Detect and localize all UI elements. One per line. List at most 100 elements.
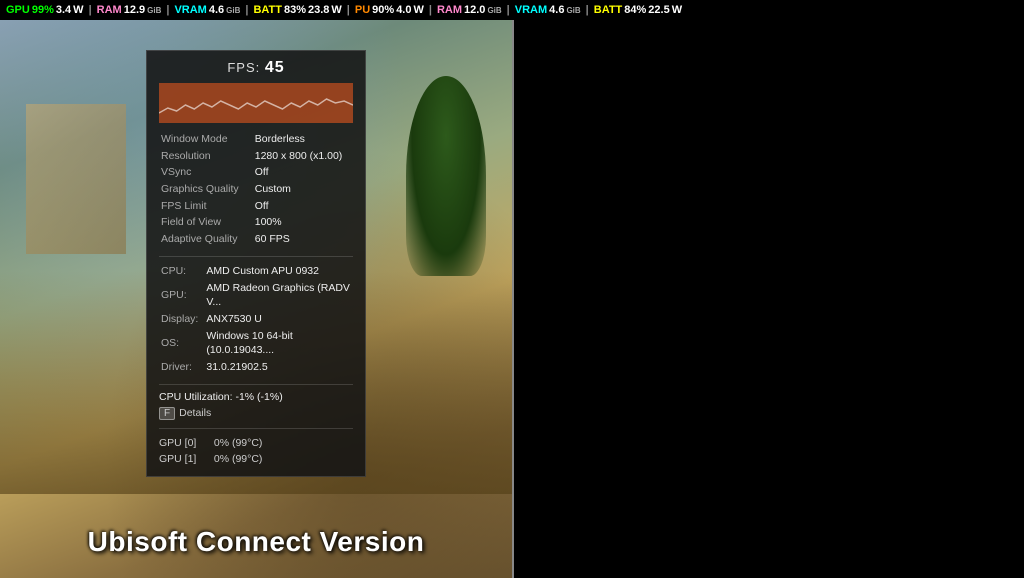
hud-gpu-temp: 3.4 bbox=[56, 4, 71, 16]
hud-gpu-seg: GPU 99% 3.4 W bbox=[6, 4, 84, 16]
left-sysgpu-val: AMD Radeon Graphics (RADV V... bbox=[204, 280, 353, 311]
hud-ram-unit: GiB bbox=[147, 6, 161, 15]
left-vsync-val: Off bbox=[253, 164, 353, 181]
hud-vram2-unit: GiB bbox=[566, 6, 580, 15]
left-version-label: Ubisoft Connect Version bbox=[0, 526, 512, 558]
table-row: FPS Limit Off bbox=[159, 198, 353, 215]
hud-div6: | bbox=[507, 4, 510, 16]
hud-ram2-seg: RAM 12.0 GiB bbox=[437, 4, 502, 16]
hud-pu-temp: 4.0 bbox=[396, 4, 411, 16]
hud-ram-val: 12.9 bbox=[124, 4, 145, 16]
left-gfx-val: Custom bbox=[253, 181, 353, 198]
table-row: VSync Off bbox=[159, 164, 353, 181]
left-cpu-util: CPU Utilization: -1% (-1%) bbox=[159, 391, 353, 403]
hud-div2: | bbox=[166, 4, 169, 16]
hud-pu-label: PU bbox=[355, 4, 370, 16]
hud-ram2-label: RAM bbox=[437, 4, 462, 16]
table-row: GPU: AMD Radeon Graphics (RADV V... bbox=[159, 280, 353, 311]
hud-batt2-label: BATT bbox=[594, 4, 623, 16]
left-details-key: F bbox=[159, 407, 175, 420]
left-fps-title: FPS: 45 bbox=[159, 59, 353, 77]
hud-pu-unit: W bbox=[413, 4, 423, 16]
left-details-btn: F Details bbox=[159, 407, 353, 420]
table-row: Resolution 1280 x 800 (x1.00) bbox=[159, 148, 353, 165]
left-sys-table: CPU: AMD Custom APU 0932 GPU: AMD Radeon… bbox=[159, 263, 353, 376]
left-cpu-label: CPU: bbox=[159, 263, 204, 280]
hud-batt-power: 23.8 bbox=[308, 4, 329, 16]
left-gpu0-label: GPU [0] bbox=[159, 437, 196, 449]
left-panel: FPS: 45 Window Mode Borderless Resolutio… bbox=[0, 20, 512, 578]
hud-div5: | bbox=[429, 4, 432, 16]
left-wm-val: Borderless bbox=[253, 131, 353, 148]
hud-div7: | bbox=[586, 4, 589, 16]
left-gpu0-val: 0% (99°C) bbox=[214, 437, 263, 449]
left-fpslimit-val: Off bbox=[253, 198, 353, 215]
left-display-val: ANX7530 U bbox=[204, 311, 353, 328]
left-gpu-info: GPU [0] 0% (99°C) GPU [1] 0% (99°C) bbox=[159, 435, 353, 469]
table-row: Graphics Quality Custom bbox=[159, 181, 353, 198]
hud-div3: | bbox=[245, 4, 248, 16]
hud-batt-seg: BATT 83% 23.8 W bbox=[253, 4, 341, 16]
hud-ram2-unit: GiB bbox=[487, 6, 501, 15]
hud-vram-unit: GiB bbox=[226, 6, 240, 15]
left-display-label: Display: bbox=[159, 311, 204, 328]
left-gpu0-row: GPU [0] 0% (99°C) bbox=[159, 435, 353, 452]
hud-bar: GPU 99% 3.4 W | RAM 12.9 GiB | VRAM 4.6 … bbox=[0, 0, 1024, 20]
table-row: Window Mode Borderless bbox=[159, 131, 353, 148]
hud-gpu-val: 99% bbox=[32, 4, 54, 16]
left-fps-value: 45 bbox=[265, 59, 285, 76]
hud-vram-label: VRAM bbox=[174, 4, 206, 16]
left-fov-label: Field of View bbox=[159, 214, 253, 231]
table-row: Field of View 100% bbox=[159, 214, 353, 231]
left-info-table: Window Mode Borderless Resolution 1280 x… bbox=[159, 131, 353, 248]
left-fps-svg bbox=[159, 83, 353, 123]
hud-vram2-label: VRAM bbox=[515, 4, 547, 16]
hud-pu-seg: PU 90% 4.0 W bbox=[355, 4, 424, 16]
left-fps-label: FPS: bbox=[227, 60, 260, 75]
left-fps-overlay: FPS: 45 Window Mode Borderless Resolutio… bbox=[146, 50, 366, 477]
hud-batt2-unit: W bbox=[672, 4, 682, 16]
left-fps-graph bbox=[159, 83, 353, 123]
hud-gpu-label: GPU bbox=[6, 4, 30, 16]
left-tree bbox=[406, 76, 486, 276]
left-adaptive-val: 60 FPS bbox=[253, 231, 353, 248]
table-row: Driver: 31.0.21902.5 bbox=[159, 359, 353, 376]
left-cpu-util-label: CPU Utilization: bbox=[159, 391, 233, 403]
hud-div4: | bbox=[347, 4, 350, 16]
left-details-label: Details bbox=[179, 407, 211, 419]
left-fov-val: 100% bbox=[253, 214, 353, 231]
table-row: Adaptive Quality 60 FPS bbox=[159, 231, 353, 248]
left-driver-val: 31.0.21902.5 bbox=[204, 359, 353, 376]
left-adaptive-label: Adaptive Quality bbox=[159, 231, 253, 248]
left-fpslimit-label: FPS Limit bbox=[159, 198, 253, 215]
hud-vram-val: 4.6 bbox=[209, 4, 224, 16]
hud-vram2-val: 4.6 bbox=[549, 4, 564, 16]
left-sysgpu-label: GPU: bbox=[159, 280, 204, 311]
table-row: OS: Windows 10 64-bit (10.0.19043.... bbox=[159, 328, 353, 359]
left-gpu1-val: 0% (99°C) bbox=[214, 453, 263, 465]
left-divider2 bbox=[159, 384, 353, 385]
main-split: FPS: 45 Window Mode Borderless Resolutio… bbox=[0, 20, 1024, 578]
left-building bbox=[26, 104, 126, 254]
hud-batt-val: 83% bbox=[284, 4, 306, 16]
hud-ram-seg: RAM 12.9 GiB bbox=[97, 4, 162, 16]
hud-batt2-seg: BATT 84% 22.5 W bbox=[594, 4, 682, 16]
table-row: CPU: AMD Custom APU 0932 bbox=[159, 263, 353, 280]
hud-ram2-val: 12.0 bbox=[464, 4, 485, 16]
table-row: Display: ANX7530 U bbox=[159, 311, 353, 328]
left-res-label: Resolution bbox=[159, 148, 253, 165]
left-gfx-label: Graphics Quality bbox=[159, 181, 253, 198]
left-divider3 bbox=[159, 428, 353, 429]
left-wm-label: Window Mode bbox=[159, 131, 253, 148]
left-divider1 bbox=[159, 256, 353, 257]
hud-div1: | bbox=[89, 4, 92, 16]
hud-batt2-power: 22.5 bbox=[648, 4, 669, 16]
hud-batt-unit: W bbox=[331, 4, 341, 16]
hud-gpu-unit: W bbox=[73, 4, 83, 16]
center-divider bbox=[512, 20, 514, 578]
hud-vram2-seg: VRAM 4.6 GiB bbox=[515, 4, 581, 16]
left-vsync-label: VSync bbox=[159, 164, 253, 181]
hud-batt-label: BATT bbox=[253, 4, 282, 16]
left-gpu1-row: GPU [1] 0% (99°C) bbox=[159, 451, 353, 468]
left-res-val: 1280 x 800 (x1.00) bbox=[253, 148, 353, 165]
